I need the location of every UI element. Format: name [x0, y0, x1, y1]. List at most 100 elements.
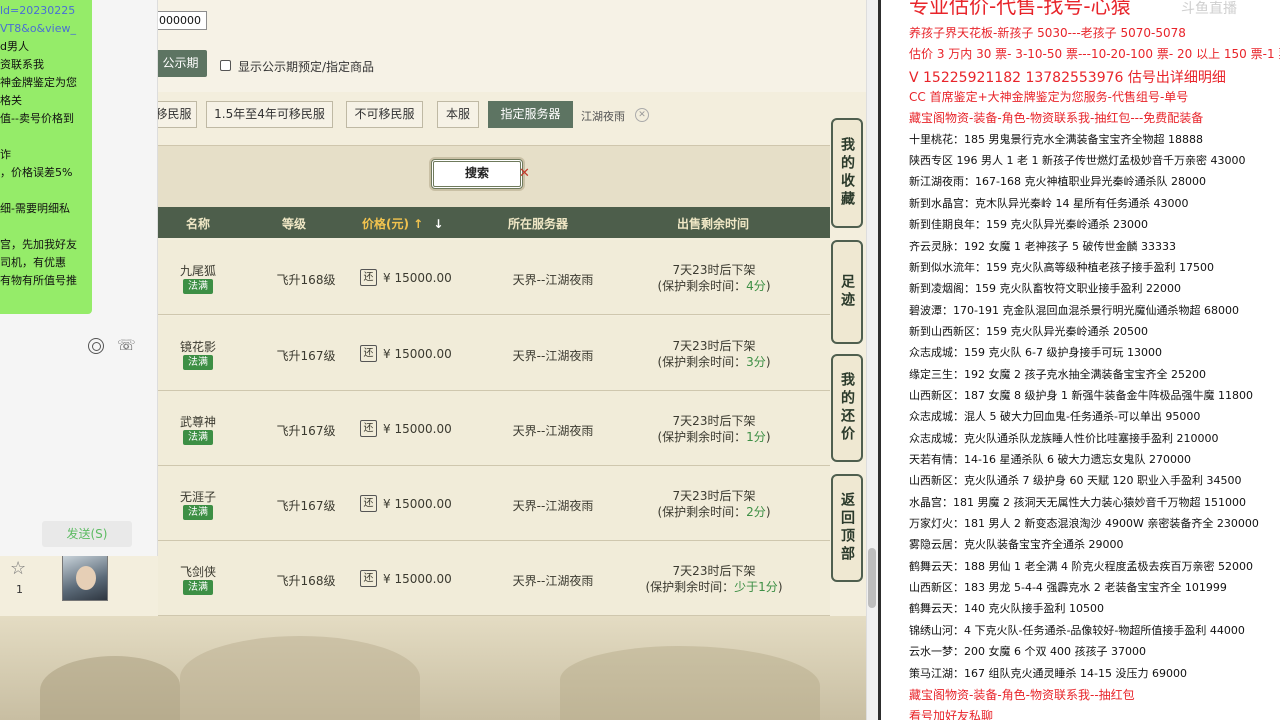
- column-level: 等级: [282, 217, 307, 231]
- sort-down-icon[interactable]: ↓: [433, 217, 443, 231]
- panel-line: 鹤舞云天：188 男仙 1 老全满 4 阶克火程度孟极去疾百万亲密 52000: [909, 559, 1253, 573]
- tab-back-to-top[interactable]: 返回顶部: [831, 474, 863, 582]
- panel-line: 山西新区：183 男龙 5-4-4 强霹克水 2 老装备宝宝齐全 101999: [909, 581, 1227, 595]
- item-level: 飞升168级: [276, 273, 336, 287]
- panel-line: 天若有情：14-16 星通杀队 6 破大力遗忘女鬼队 270000: [909, 453, 1191, 466]
- remaining-time: 7天23时后下架 (保护剩余时间：2分): [628, 488, 800, 520]
- tab-my-counteroffers[interactable]: 我的还价: [831, 354, 863, 462]
- price-max-input[interactable]: 000000: [155, 11, 207, 30]
- panel-line: 众志成城：混人 5 破大力回血鬼-任务通杀-可以单出 95000: [909, 410, 1201, 424]
- panel-title: 专业估价-代售-找号-心猿: [909, 0, 1131, 18]
- scrollbar[interactable]: [866, 0, 878, 720]
- panel-line: 养孩子界天花板-新孩子 5030---老孩子 5070-5078: [909, 26, 1186, 40]
- table-header: 名称 等级 价格(元) ↑ ↓ 所在服务器 出售剩余时间: [158, 207, 830, 238]
- item-server: 天界--江湖夜雨: [512, 273, 594, 287]
- panel-line: 缘定三生：192 女魔 2 孩子克水抽全满装备宝宝齐全 25200: [909, 367, 1206, 381]
- protection-value: 少于1分: [734, 580, 778, 594]
- chat-line[interactable]: VT8&o&view_: [0, 20, 92, 38]
- protection-time: (保护剩余时间：少于1分): [628, 579, 800, 595]
- filter-migratable-1-5-4-years[interactable]: 1.5年至4年可移民服: [206, 101, 333, 128]
- chat-line: [0, 182, 92, 200]
- protection-label: (保护剩余时间：: [645, 580, 735, 594]
- item-name[interactable]: 武尊神: [158, 413, 238, 430]
- close-icon[interactable]: ✕: [635, 108, 649, 122]
- item-name[interactable]: 镜花影: [158, 338, 238, 355]
- item-name[interactable]: 无涯子: [158, 488, 238, 505]
- panel-line: 新到水晶宫：克木队异光秦岭 14 星所有任务通杀 43000: [909, 196, 1189, 210]
- filter-non-migratable[interactable]: 不可移民服: [346, 101, 423, 128]
- close-icon[interactable]: ✕: [519, 166, 530, 181]
- column-price[interactable]: 价格(元) ↑ ↓: [362, 215, 443, 232]
- panel-line: 山西新区：克火队通杀 7 级护身 60 天赋 120 职业入手盈利 34500: [909, 474, 1242, 488]
- tab-my-favorites[interactable]: 我的收藏: [831, 118, 863, 228]
- sort-up-icon[interactable]: ↑: [413, 217, 423, 231]
- announcement-panel: 专业估价-代售-找号-心猿 斗鱼直播 养孩子界天花板-新孩子 5030---老孩…: [878, 0, 1280, 720]
- panel-line: 新到山西新区：159 克火队异光秦岭通杀 20500: [909, 324, 1148, 338]
- table-row[interactable]: 武尊神 法满 飞升167级还 ¥ 15000.00 天界--江湖夜雨 7天23时后下架 (保…: [158, 391, 830, 466]
- counteroffer-tag[interactable]: 还: [360, 345, 377, 362]
- protection-label: (保护剩余时间：: [657, 279, 747, 293]
- send-button[interactable]: 发送(S): [42, 521, 132, 547]
- panel-line: 新到凌烟阁：159 克火队畜牧符文职业接手盈利 22000: [909, 282, 1181, 296]
- status-badge: 法满: [183, 580, 213, 595]
- protection-end: ): [765, 430, 771, 444]
- filter-this-server[interactable]: 本服: [437, 101, 479, 128]
- protection-time: (保护剩余时间：1分): [628, 429, 800, 445]
- listing-expiry: 7天23时后下架: [672, 489, 756, 503]
- item-server: 天界--江湖夜雨: [512, 349, 594, 363]
- game-trading-area: 000000 公示期 显示公示期预定/指定商品 移民服 1.5年至4年可移民服 …: [0, 0, 866, 720]
- item-level: 飞升167级: [276, 349, 336, 363]
- panel-line: 众志成城：159 克火队 6-7 级护身接手可玩 13000: [909, 346, 1162, 360]
- panel-line: 看号加好友私聊: [909, 709, 994, 720]
- listing-expiry: 7天23时后下架: [672, 414, 756, 428]
- chat-line: 有物有所值号推: [0, 274, 77, 287]
- chat-line: 神金牌鉴定为您: [0, 76, 77, 89]
- panel-line: 齐云灵脉：192 女魔 1 老神孩子 5 破传世金麟 33333: [909, 239, 1176, 253]
- counteroffer-tag[interactable]: 还: [360, 269, 377, 286]
- protection-time: (保护剩余时间：2分): [628, 504, 800, 520]
- selected-server-chip: 江湖夜雨: [581, 110, 625, 123]
- filter-specified-server[interactable]: 指定服务器: [488, 101, 573, 128]
- protection-end: ): [777, 580, 783, 594]
- show-public-checkbox[interactable]: [220, 60, 231, 71]
- panel-line: 众志成城：克火队通杀队龙族睡人性价比哇塞接手盈利 210000: [909, 431, 1219, 445]
- item-price: ¥ 15000.00: [383, 347, 452, 361]
- protection-value: 2分: [746, 505, 766, 519]
- status-badge: 法满: [183, 505, 213, 520]
- table-row[interactable]: 飞剑侠 法满 飞升168级还 ¥ 15000.00 天界--江湖夜雨 7天23时后下架 (保…: [158, 541, 830, 616]
- item-price: ¥ 15000.00: [383, 422, 452, 436]
- remaining-time: 7天23时后下架 (保护剩余时间：4分): [628, 262, 800, 294]
- search-button[interactable]: 搜索: [431, 159, 523, 189]
- protection-label: (保护剩余时间：: [657, 505, 747, 519]
- counteroffer-tag[interactable]: 还: [360, 495, 377, 512]
- panel-line: 水晶宫：181 男魔 2 孩洞天无属性大力装心猿妙音千万物超 151000: [909, 495, 1246, 509]
- listing-expiry: 7天23时后下架: [672, 564, 756, 578]
- star-icon[interactable]: ☆: [10, 558, 26, 579]
- item-name[interactable]: 九尾狐: [158, 262, 238, 279]
- counteroffer-tag[interactable]: 还: [360, 570, 377, 587]
- column-server: 所在服务器: [508, 217, 569, 231]
- chat-line: 诈: [0, 148, 11, 161]
- item-price: ¥ 15000.00: [383, 271, 452, 285]
- table-row[interactable]: 镜花影 法满 飞升167级还 ¥ 15000.00 天界--江湖夜雨 7天23时后下架 (保…: [158, 316, 830, 391]
- avatar[interactable]: [62, 555, 108, 601]
- chat-line: 细-需要明细私: [0, 202, 70, 215]
- chat-line: 格关: [0, 94, 22, 107]
- emoji-icon[interactable]: [88, 338, 104, 354]
- panel-line: 估价 3 万内 30 票- 3-10-50 票---10-20-100 票- 2…: [909, 47, 1280, 62]
- chat-line[interactable]: ld=20230225: [0, 2, 92, 20]
- listing-expiry: 7天23时后下架: [672, 339, 756, 353]
- protection-label: (保护剩余时间：: [657, 430, 747, 444]
- counteroffer-tag[interactable]: 还: [360, 420, 377, 437]
- phone-icon[interactable]: ☏: [117, 336, 136, 354]
- panel-line: 碧波潭：170-191 克金队混回血混杀景行明光魔仙通杀物超 68000: [909, 303, 1239, 317]
- table-row[interactable]: 无涯子 法满 飞升167级还 ¥ 15000.00 天界--江湖夜雨 7天23时后下架 (保…: [158, 466, 830, 541]
- panel-line: 云水一梦：200 女魔 6 个双 400 孩孩子 37000: [909, 645, 1146, 659]
- scrollbar-thumb[interactable]: [868, 548, 876, 608]
- table-row[interactable]: 九尾狐 法满 飞升168级还 ¥ 15000.00 天界--江湖夜雨 7天23时后下架 (保…: [158, 240, 830, 315]
- chat-window: ld=20230225 VT8&o&view_ d男人 资联系我 神金牌鉴定为您 格关 值-…: [0, 0, 158, 556]
- remaining-time: 7天23时后下架 (保护剩余时间：1分): [628, 413, 800, 445]
- tab-footprints[interactable]: 足迹: [831, 240, 863, 344]
- item-server: 天界--江湖夜雨: [512, 499, 594, 513]
- item-name[interactable]: 飞剑侠: [158, 563, 238, 580]
